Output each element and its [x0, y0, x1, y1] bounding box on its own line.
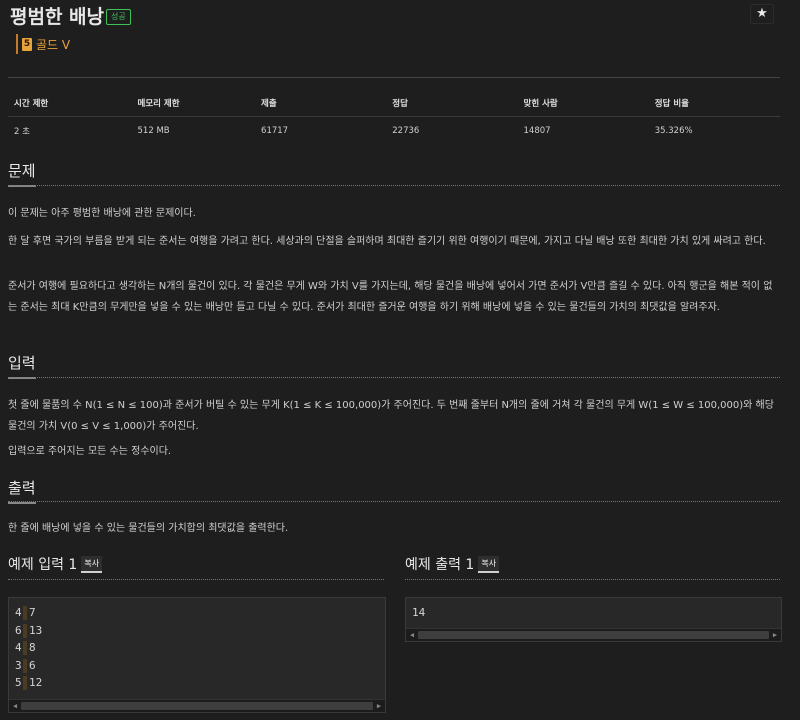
example-input-line: 36: [15, 657, 385, 675]
stats-ratio: 35.326%: [654, 126, 693, 136]
tier-label: 골드 V: [36, 37, 71, 52]
problem-title: 평범한 배낭: [10, 6, 105, 28]
problem-info-table: 시간 제한 메모리 제한 제출 정답 맞힌 사람 정답 비율 2 초 512 M…: [8, 90, 780, 145]
tier-badge[interactable]: 5 골드 V: [16, 34, 70, 54]
example-output-heading: 예제 출력 1 복사: [405, 554, 500, 574]
example-input-value: 6: [29, 658, 36, 672]
status-badge: 성공: [106, 9, 131, 25]
scroll-thumb[interactable]: [418, 631, 769, 639]
scroll-right-icon[interactable]: ▶: [770, 630, 780, 640]
example-input-line: 47: [15, 604, 385, 622]
stats-solvers[interactable]: 14807: [518, 117, 649, 146]
problem-text-2: 한 달 후면 국가의 부름을 받게 되는 준서는 여행을 가려고 한다. 세상과…: [8, 236, 766, 247]
copy-input-button[interactable]: 복사: [81, 555, 103, 573]
whitespace-highlight: [23, 606, 27, 620]
example-input-line: 48: [15, 639, 385, 657]
problem-text-3: 준서가 여행에 필요하다고 생각하는 N개의 물건이 있다. 각 물건은 무게 …: [8, 281, 773, 313]
example-input-heading: 예제 입력 1 복사: [8, 554, 103, 574]
example-input-value: 4: [15, 641, 22, 654]
table-row: 2 초 512 MB 61717 22736 14807 35.326%: [8, 117, 780, 146]
whitespace-highlight: [23, 641, 27, 655]
section-problem-heading: 문제: [8, 160, 36, 187]
tier-icon: 5: [22, 37, 32, 51]
horizontal-scrollbar[interactable]: ◀ ▶: [406, 628, 781, 641]
stats-submissions[interactable]: 61717: [255, 117, 386, 146]
star-icon[interactable]: ★: [750, 4, 774, 24]
section-divider: [405, 579, 780, 580]
example-input-value: 7: [29, 606, 36, 619]
stats-memory: 512 MB: [137, 126, 170, 136]
input-text-1: 첫 줄에 물품의 수 N(1 ≤ N ≤ 100)과 준서가 버틸 수 있는 무…: [8, 400, 774, 432]
example-input-value: 13: [29, 623, 43, 637]
example-input-value: 4: [15, 606, 22, 619]
section-divider: [8, 185, 780, 186]
whitespace-highlight: [23, 623, 27, 638]
scroll-right-icon[interactable]: ▶: [374, 701, 384, 711]
example-output-text: 14: [412, 606, 426, 619]
stats-time: 2 초: [14, 127, 30, 137]
section-input-heading: 입력: [8, 352, 36, 379]
example-output-box[interactable]: 14 ◀ ▶: [405, 597, 782, 642]
stats-header-solvers: 맞힌 사람: [517, 90, 649, 117]
example-input-value: 8: [29, 641, 36, 654]
stats-header-accepted: 정답: [386, 90, 518, 117]
example-input-value: 6: [15, 623, 22, 637]
section-divider: [8, 501, 780, 502]
problem-text-1: 이 문제는 아주 평범한 배낭에 관한 문제이다.: [8, 208, 196, 219]
scroll-left-icon[interactable]: ◀: [407, 630, 417, 640]
scroll-left-icon[interactable]: ◀: [10, 701, 20, 711]
input-text-2: 입력으로 주어지는 모든 수는 정수이다.: [8, 446, 172, 457]
example-input-line: 6 13: [15, 622, 385, 640]
example-input-value: 5: [15, 676, 22, 689]
stats-header-ratio: 정답 비율: [648, 90, 780, 117]
whitespace-highlight: [23, 676, 27, 690]
whitespace-highlight: [23, 658, 27, 673]
example-input-value: 12: [29, 676, 43, 689]
copy-output-button[interactable]: 복사: [478, 555, 500, 573]
example-input-value: 3: [15, 658, 22, 672]
example-input-line: 5 12: [15, 674, 385, 692]
section-divider: [8, 579, 384, 580]
output-text-1: 한 줄에 배낭에 넣을 수 있는 물건들의 가치합의 최댓값을 출력한다.: [8, 523, 289, 534]
stats-header-time: 시간 제한: [8, 90, 132, 117]
example-input-box[interactable]: 4 7 6 13 4 8 3 6 5 12 ◀ ▶: [8, 597, 386, 713]
stats-accepted[interactable]: 22736: [386, 117, 517, 146]
section-divider: [8, 377, 780, 378]
header-divider: [8, 77, 780, 78]
stats-header-submissions: 제출: [255, 90, 387, 117]
section-output-heading: 출력: [8, 477, 36, 504]
stats-header-memory: 메모리 제한: [131, 90, 256, 117]
horizontal-scrollbar[interactable]: ◀ ▶: [9, 699, 385, 712]
scroll-thumb[interactable]: [21, 702, 373, 710]
